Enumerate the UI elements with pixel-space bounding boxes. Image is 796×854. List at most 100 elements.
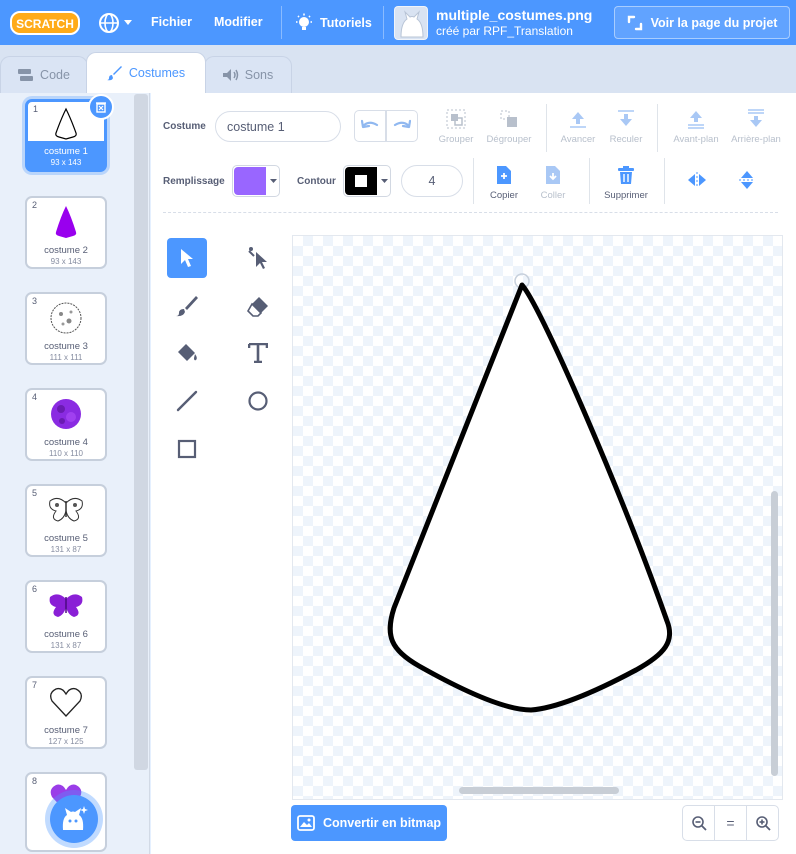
costume-tile-3[interactable]: 3 costume 3 111 x 111	[25, 292, 107, 365]
costume-name: costume 5	[44, 533, 88, 544]
choose-costume-button[interactable]	[50, 795, 98, 843]
drawing-canvas[interactable]	[292, 235, 783, 800]
tab-sounds-label: Sons	[244, 68, 274, 82]
close-icon	[96, 102, 106, 113]
brush-icon	[176, 296, 198, 317]
bring-front-icon	[688, 111, 704, 129]
undo-icon	[361, 119, 379, 129]
cat-plus-icon	[62, 806, 88, 830]
send-back-icon	[748, 109, 764, 127]
costume-tile-6[interactable]: 6 costume 6 131 x 87	[25, 580, 107, 653]
costume-size: 131 x 87	[50, 545, 82, 554]
costume-thumbnail	[27, 492, 105, 528]
costume-size: 127 x 125	[48, 737, 84, 746]
costume-name-input[interactable]: costume 1	[215, 111, 341, 142]
outline-color-picker[interactable]	[343, 165, 391, 197]
paste-button[interactable]: Coller	[534, 164, 572, 201]
toolbar-divider	[473, 158, 474, 204]
language-menu[interactable]	[98, 10, 138, 36]
costume-shape[interactable]	[293, 236, 783, 800]
tab-sounds[interactable]: Sons	[204, 56, 292, 93]
fill-tool[interactable]	[167, 333, 207, 373]
circle-tool[interactable]	[238, 381, 278, 421]
outline-color-swatch	[345, 167, 377, 195]
select-tool[interactable]	[167, 238, 207, 278]
costume-size: 111 x 111	[49, 353, 83, 362]
costume-name-value: costume 1	[227, 119, 285, 134]
costume-name: costume 2	[44, 245, 88, 256]
project-author: créé par RPF_Translation	[436, 24, 573, 38]
image-icon	[297, 815, 315, 831]
front-label: Avant-plan	[673, 134, 719, 145]
zoom-out-button[interactable]	[682, 805, 715, 841]
flip-vertical-button[interactable]	[729, 162, 765, 198]
backward-button[interactable]: Reculer	[604, 108, 648, 145]
brush-tool[interactable]	[167, 286, 207, 326]
copy-icon	[497, 166, 511, 184]
flip-horizontal-icon	[688, 172, 706, 188]
zoom-in-button[interactable]	[746, 805, 779, 841]
costume-tile-5[interactable]: 5 costume 5 131 x 87	[25, 484, 107, 557]
rectangle-icon	[177, 439, 197, 459]
scratch-logo[interactable]: SCRATCH	[10, 10, 80, 36]
zoom-reset-button[interactable]: =	[714, 805, 747, 841]
ungroup-icon	[500, 110, 517, 127]
convert-to-bitmap-button[interactable]: Convertir en bitmap	[291, 805, 447, 841]
forward-label: Avancer	[560, 134, 596, 145]
group-button[interactable]: Grouper	[434, 108, 478, 145]
group-label: Grouper	[438, 134, 474, 145]
tab-costumes[interactable]: Costumes	[86, 52, 206, 93]
costume-tile-7[interactable]: 7 costume 7 127 x 125	[25, 676, 107, 749]
rectangle-tool[interactable]	[167, 429, 207, 469]
canvas-horizontal-scrollbar[interactable]	[459, 787, 619, 794]
code-blocks-icon	[18, 69, 34, 81]
line-tool[interactable]	[167, 381, 207, 421]
canvas-vertical-scrollbar[interactable]	[771, 491, 778, 776]
costume-thumbnail	[27, 300, 105, 336]
fill-color-picker[interactable]	[232, 165, 280, 197]
outline-label: Contour	[297, 176, 336, 187]
project-title: multiple_costumes.png	[436, 7, 593, 23]
paste-icon	[546, 166, 560, 184]
text-tool[interactable]	[238, 333, 278, 373]
edit-menu[interactable]: Modifier	[214, 0, 263, 45]
flip-horizontal-button[interactable]	[679, 162, 715, 198]
tutorials-button[interactable]: Tutoriels	[294, 0, 372, 45]
back-button[interactable]: Arrière-plan	[728, 108, 784, 145]
redo-button[interactable]	[386, 110, 418, 142]
costume-size: 93 x 143	[50, 158, 82, 167]
reshape-tool[interactable]	[238, 238, 278, 278]
eraser-tool[interactable]	[238, 286, 278, 326]
forward-button[interactable]: Avancer	[556, 108, 600, 145]
speaker-icon	[222, 69, 238, 81]
costume-size: 110 x 110	[49, 449, 83, 458]
globe-icon	[99, 13, 119, 33]
undo-button[interactable]	[354, 110, 386, 142]
arrow-down-icon	[618, 110, 634, 126]
reshape-cursor-icon	[248, 247, 267, 269]
menu-bar: SCRATCH Fichier Modifier Tutoriels multi…	[0, 0, 796, 45]
toolbar-divider	[657, 104, 658, 152]
costume-name: costume 1	[44, 146, 88, 157]
see-project-page-label: Voir la page du projet	[650, 15, 778, 30]
flip-vertical-icon	[739, 171, 755, 189]
delete-costume-button[interactable]	[88, 94, 114, 120]
costume-tile-2[interactable]: 2 costume 2 93 x 143	[25, 196, 107, 269]
see-project-page-button[interactable]: Voir la page du projet	[614, 6, 790, 39]
toolbar-divider	[589, 158, 590, 204]
copy-button[interactable]: Copier	[484, 164, 524, 201]
ungroup-button[interactable]: Dégrouper	[484, 108, 534, 145]
delete-shape-button[interactable]: Supprimer	[600, 164, 652, 201]
zoom-out-icon	[691, 816, 707, 831]
front-button[interactable]: Avant-plan	[670, 108, 722, 145]
tab-code[interactable]: Code	[0, 56, 88, 93]
file-menu[interactable]: Fichier	[151, 0, 192, 45]
costume-tile-4[interactable]: 4 costume 4 110 x 110	[25, 388, 107, 461]
costume-thumbnail	[27, 588, 105, 624]
costume-list-scrollbar[interactable]	[134, 94, 148, 770]
paste-label: Coller	[540, 190, 566, 201]
outline-width-input[interactable]: 4	[401, 165, 463, 197]
editor-tabs: Code Costumes Sons	[0, 45, 796, 93]
text-icon	[248, 343, 268, 363]
costume-thumbnail	[27, 684, 105, 720]
